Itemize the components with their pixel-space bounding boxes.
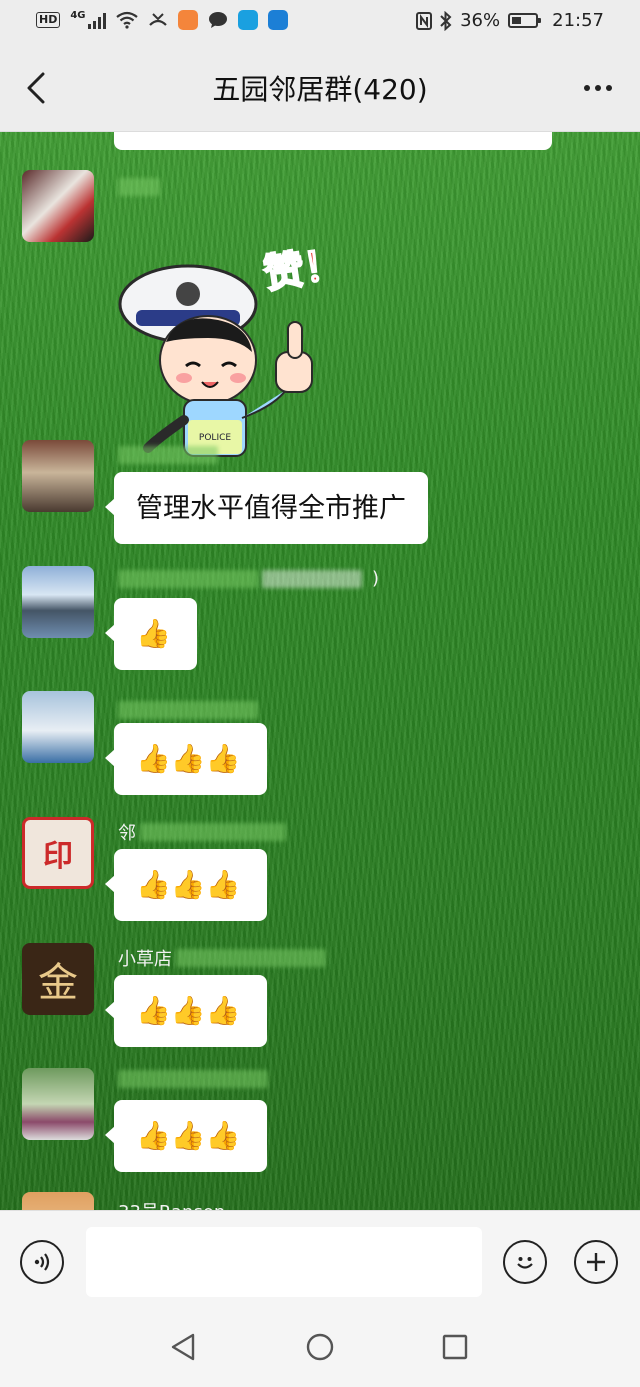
avatar[interactable] bbox=[22, 1068, 94, 1140]
message-bubble[interactable]: 管理水平值得全市推广 bbox=[105, 472, 428, 544]
message-bubble[interactable]: 👍 bbox=[105, 598, 197, 670]
input-bar bbox=[0, 1210, 640, 1302]
bluetooth-icon bbox=[440, 10, 452, 31]
sender-name-visible: 小草店 bbox=[118, 949, 172, 970]
signal-icon: 4G bbox=[70, 10, 106, 29]
previous-message-bubble[interactable] bbox=[114, 132, 552, 150]
message-text: 管理水平值得全市推广 bbox=[136, 492, 406, 524]
system-back-button[interactable] bbox=[168, 1332, 198, 1362]
circle-home-icon bbox=[306, 1333, 334, 1361]
missed-call-icon bbox=[148, 13, 167, 26]
avatar[interactable] bbox=[22, 440, 94, 512]
sender-name-visible: 邻 bbox=[118, 823, 136, 844]
chat-icon bbox=[208, 12, 227, 28]
message-bubble[interactable]: 👍👍👍 bbox=[105, 1100, 267, 1172]
avatar[interactable]: 金 bbox=[22, 943, 94, 1015]
thumbs-up-icon: 👍 bbox=[136, 617, 171, 650]
system-home-button[interactable] bbox=[305, 1332, 335, 1362]
avatar[interactable]: 印 bbox=[22, 817, 94, 889]
signal-label: 4G bbox=[70, 10, 86, 21]
avatar[interactable] bbox=[22, 691, 94, 763]
thumbs-up-icon: 👍👍👍 bbox=[136, 1119, 241, 1152]
message-input[interactable] bbox=[86, 1227, 482, 1297]
chat-messages[interactable]: POLICE 赞！ 管理水平值得全市推广 ) 👍 👍👍👍 印 邻 👍👍👍 金 小… bbox=[0, 132, 640, 1210]
avatar[interactable] bbox=[22, 170, 94, 242]
message-bubble[interactable]: 👍👍👍 bbox=[105, 849, 267, 921]
sender-name bbox=[118, 701, 258, 719]
chat-header: 五园邻居群(420) bbox=[0, 44, 640, 132]
sender-name bbox=[118, 446, 218, 464]
message-bubble[interactable]: 👍👍👍 bbox=[105, 723, 267, 795]
square-recents-icon bbox=[442, 1334, 468, 1360]
emoji-icon bbox=[517, 1257, 533, 1269]
sender-name bbox=[118, 178, 160, 196]
battery-percent: 36% bbox=[460, 10, 501, 31]
chat-title: 五园邻居群(420) bbox=[212, 73, 428, 106]
thumbs-up-icon: 👍👍👍 bbox=[136, 868, 241, 901]
hd-badge: HD bbox=[36, 12, 61, 28]
more-dots-icon bbox=[584, 85, 590, 91]
voice-button[interactable] bbox=[20, 1240, 64, 1284]
sticker-badge: POLICE bbox=[199, 433, 231, 443]
sender-name: 33号Ranson bbox=[118, 1198, 225, 1210]
sender-name bbox=[118, 1070, 268, 1088]
add-button[interactable] bbox=[574, 1240, 618, 1284]
cloud-app-icon bbox=[267, 10, 288, 30]
system-recents-button[interactable] bbox=[440, 1332, 470, 1362]
browser-app-icon bbox=[237, 10, 258, 30]
avatar[interactable] bbox=[22, 566, 94, 638]
health-app-icon bbox=[177, 10, 198, 30]
sticker-caption: 赞！ bbox=[261, 242, 328, 298]
battery-icon bbox=[508, 13, 542, 28]
thumbs-up-icon: 👍👍👍 bbox=[136, 742, 241, 775]
wifi-icon bbox=[115, 11, 138, 29]
sender-name: 邻 bbox=[118, 819, 286, 845]
sender-name: ) bbox=[118, 568, 379, 589]
sender-name-visible: ) bbox=[372, 568, 380, 589]
message-bubble[interactable]: 👍👍👍 bbox=[105, 975, 267, 1047]
sender-name-visible: 33号Ranson bbox=[118, 1198, 225, 1210]
emoji-button[interactable] bbox=[503, 1240, 547, 1284]
more-button[interactable] bbox=[576, 74, 620, 102]
police-thumbs-up-sticker[interactable]: POLICE 赞！ bbox=[118, 240, 348, 462]
voice-icon bbox=[34, 1253, 50, 1271]
system-navigation-bar bbox=[0, 1302, 640, 1387]
nfc-icon bbox=[416, 11, 433, 30]
triangle-back-icon bbox=[171, 1333, 195, 1361]
clock: 21:57 bbox=[552, 10, 604, 31]
status-bar: HD 4G 36% 21:57 bbox=[0, 0, 640, 44]
thumbs-up-icon: 👍👍👍 bbox=[136, 994, 241, 1027]
sender-name: 小草店 bbox=[118, 945, 326, 971]
avatar[interactable] bbox=[22, 1192, 94, 1210]
plus-icon bbox=[587, 1253, 605, 1271]
